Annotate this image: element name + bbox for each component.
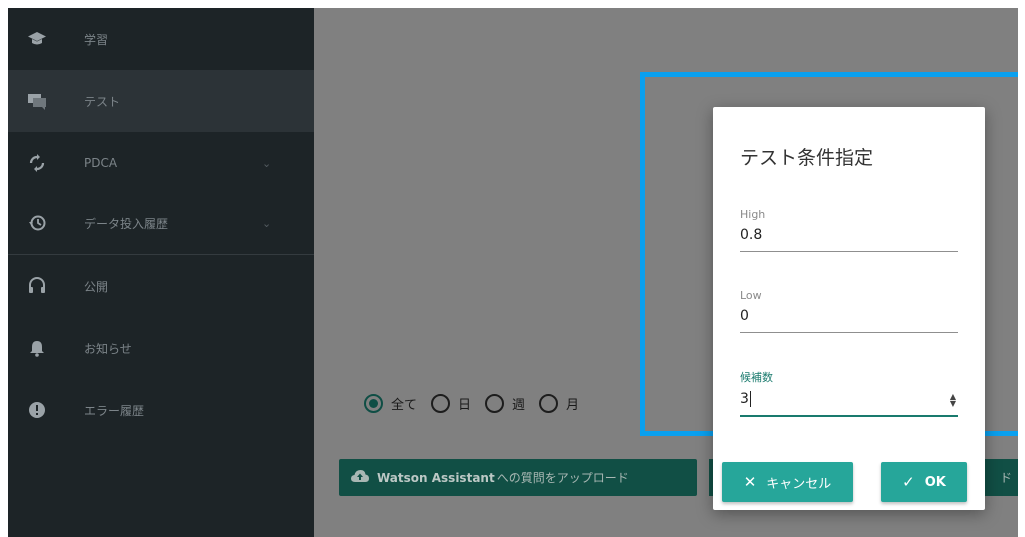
cycle-arrows-icon xyxy=(26,152,48,174)
chat-bubbles-icon xyxy=(26,90,48,112)
graduation-cap-icon xyxy=(26,28,48,50)
headset-icon xyxy=(26,275,48,297)
upload-button-label: への質問をアップロード xyxy=(496,471,629,485)
radio-label-week: 週 xyxy=(512,398,526,413)
ok-button[interactable]: ✓ OK xyxy=(881,462,967,502)
history-icon xyxy=(26,212,48,234)
close-icon: ✕ xyxy=(743,473,757,491)
radio-week[interactable] xyxy=(485,394,505,413)
radio-dot xyxy=(369,399,378,408)
radio-month[interactable] xyxy=(539,394,559,413)
sidebar-item-label: データ投入履歴 xyxy=(84,216,169,231)
low-field-label: Low xyxy=(740,289,762,302)
ok-button-label: OK xyxy=(924,474,946,490)
radio-label-all: 全て xyxy=(391,398,418,413)
high-field-label: High xyxy=(740,208,766,221)
sidebar-item-label: 学習 xyxy=(84,32,109,47)
low-field[interactable]: Low 0 xyxy=(740,289,958,333)
upload-questions-button[interactable]: Watson Assistant への質問をアップロード xyxy=(339,459,697,496)
radio-label-day: 日 xyxy=(458,398,472,413)
test-conditions-dialog: テスト条件指定 High 0.8 Low 0 候補数 3 ▲ ▼ ✕ キャンセル … xyxy=(713,107,985,510)
sidebar: 学習 テスト PDCA ⌄ データ投入履歴 ⌄ 公開 お知らせ エラー履歴 xyxy=(8,8,314,537)
radio-label-month: 月 xyxy=(566,398,580,413)
cloud-upload-icon xyxy=(351,469,369,487)
upload-button-brand: Watson Assistant xyxy=(377,470,495,485)
sidebar-item-label: PDCA xyxy=(84,156,118,170)
candidates-field-underline xyxy=(740,415,958,417)
radio-all[interactable] xyxy=(364,394,383,413)
sidebar-item-data-history[interactable]: データ投入履歴 ⌄ xyxy=(8,192,314,254)
high-field[interactable]: High 0.8 xyxy=(740,208,958,252)
sidebar-item-learning[interactable]: 学習 xyxy=(8,8,314,70)
cancel-button[interactable]: ✕ キャンセル xyxy=(722,462,853,502)
alert-circle-icon xyxy=(26,399,48,421)
spinner-down-icon[interactable]: ▼ xyxy=(950,399,956,408)
sidebar-item-publish[interactable]: 公開 xyxy=(8,255,314,317)
bell-icon xyxy=(26,337,48,359)
high-input[interactable]: 0.8 xyxy=(740,227,958,247)
chevron-down-icon[interactable]: ⌄ xyxy=(262,217,271,230)
period-filter: 全て 日 週 月 xyxy=(364,394,593,413)
candidates-input-wrap[interactable]: 3 xyxy=(740,391,958,411)
sidebar-item-notifications[interactable]: お知らせ xyxy=(8,317,314,379)
dialog-title: テスト条件指定 xyxy=(740,147,874,169)
candidates-field-label: 候補数 xyxy=(740,371,773,384)
cancel-button-label: キャンセル xyxy=(766,476,832,492)
low-field-underline xyxy=(740,332,958,333)
sidebar-item-label: お知らせ xyxy=(84,341,132,356)
sidebar-item-label: エラー履歴 xyxy=(84,403,145,418)
sidebar-item-error-history[interactable]: エラー履歴 xyxy=(8,379,314,441)
low-input[interactable]: 0 xyxy=(740,308,958,328)
sidebar-item-label: テスト xyxy=(84,94,121,109)
candidates-field[interactable]: 候補数 3 ▲ ▼ xyxy=(740,369,958,417)
text-caret xyxy=(749,391,751,407)
sidebar-item-pdca[interactable]: PDCA ⌄ xyxy=(8,132,314,194)
sidebar-item-label: 公開 xyxy=(84,279,109,294)
radio-day[interactable] xyxy=(431,394,451,413)
app-frame: 学習 テスト PDCA ⌄ データ投入履歴 ⌄ 公開 お知らせ エラー履歴 全て… xyxy=(8,8,1018,537)
high-field-underline xyxy=(740,251,958,252)
chevron-down-icon[interactable]: ⌄ xyxy=(262,157,271,170)
candidates-input[interactable]: 3 xyxy=(740,391,749,407)
check-icon: ✓ xyxy=(902,473,915,491)
sidebar-item-test[interactable]: テスト xyxy=(8,70,314,132)
number-spinner[interactable]: ▲ ▼ xyxy=(950,393,956,408)
download-button-label-fragment: ド xyxy=(999,471,1012,485)
